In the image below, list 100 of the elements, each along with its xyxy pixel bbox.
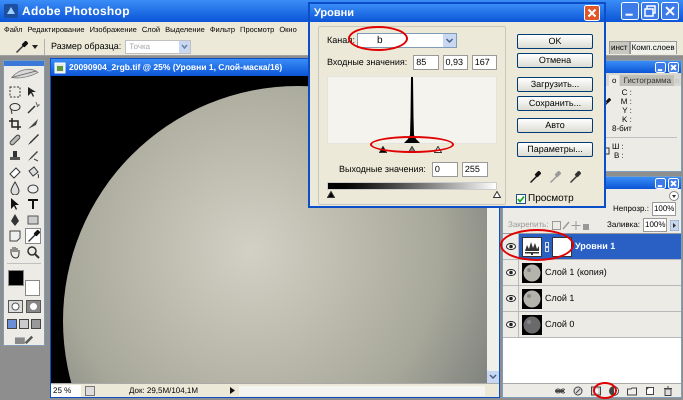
trash-icon[interactable] [663,386,673,396]
slider-handle-icon[interactable] [408,146,416,153]
layer-row[interactable]: Слой 0 [503,312,681,338]
standard-mode-icon[interactable] [8,300,22,314]
layer-row[interactable]: Слой 1 [503,286,681,312]
info-label: M : [620,97,632,106]
link-layers-icon[interactable] [555,386,565,396]
bucket-icon[interactable] [26,164,40,179]
annotation-ellipse [593,382,617,399]
screen-mode-icon[interactable] [7,319,17,330]
quick-mask-icon[interactable] [26,300,40,314]
foreground-swatch[interactable] [8,270,24,286]
output-value-field[interactable]: 255 [462,162,488,177]
eyedropper-icon[interactable] [14,40,28,54]
stamp-icon[interactable] [8,148,22,163]
brush-icon[interactable] [26,148,40,163]
crop-icon[interactable] [8,116,22,131]
layer-row[interactable]: Слой 1 (копия) [503,260,681,286]
preview-checkbox[interactable]: Просмотр [516,191,574,206]
eye-icon[interactable] [506,269,516,276]
dialog-button[interactable]: OK [517,34,593,49]
folder-icon[interactable] [627,386,637,396]
document-title: 20090904_2rgb.tif @ 25% (Уровни 1, Слой-маска/16) [69,61,282,74]
horizontal-scrollbar[interactable] [239,386,485,396]
info-label: C : [622,88,632,97]
rectangle-icon[interactable] [26,212,40,227]
panel-menu-icon[interactable] [669,191,679,201]
close-icon[interactable] [668,178,679,188]
input-value-field[interactable]: 167 [472,55,497,70]
levels-thumbnail-icon [522,236,542,256]
close-icon[interactable] [661,2,679,20]
opacity-field[interactable]: 100% [652,202,676,216]
document-icon [54,62,66,74]
layer-style-icon[interactable] [573,386,583,396]
eraser-icon[interactable] [8,164,22,179]
screen-mode-icon[interactable] [19,319,29,330]
eye-icon[interactable] [506,243,516,250]
dialog-title: Уровни [314,6,354,21]
dialog-button[interactable]: Сохранить... [517,96,593,111]
moon-thumbnail-icon [522,314,542,334]
new-layer-icon[interactable] [645,386,655,396]
panel-tab[interactable]: о [609,75,620,86]
marquee-icon[interactable] [8,84,22,99]
channel-dropdown[interactable]: b [356,33,457,48]
note-icon[interactable] [8,228,22,243]
input-value-field[interactable]: 85 [413,55,439,70]
triangle-right-icon[interactable] [230,387,236,394]
app-icon [4,4,18,18]
input-value-field[interactable]: 0,93 [442,55,468,70]
panel-tab[interactable]: Гистограмма [620,75,674,86]
minimize-icon[interactable] [655,62,666,72]
layer-name: Уровни 1 [575,240,616,253]
eye-icon[interactable] [506,295,516,302]
eyedropper-icon[interactable] [26,228,40,243]
layer-name: Слой 1 (копия) [545,266,607,279]
eyedropper-icon[interactable] [569,171,581,183]
fill-field[interactable]: 100% [643,218,667,232]
info-label: K : [622,115,632,124]
minimize-icon[interactable] [621,2,639,20]
zoom-field[interactable]: 25 % [51,384,81,396]
close-icon[interactable] [668,62,679,72]
moon-thumbnail-icon [522,288,542,308]
lasso-icon[interactable] [8,100,22,115]
hand-icon[interactable] [8,244,22,259]
layer-row[interactable]: Уровни 1 [503,234,681,260]
slider-handle-icon[interactable] [493,191,501,198]
caret-icon[interactable] [32,44,38,48]
type-tool-icon[interactable] [26,196,40,211]
panel-tab[interactable]: инст [609,41,630,54]
caret-icon[interactable] [442,34,456,47]
output-value-field[interactable]: 0 [432,162,458,177]
info-label: В : [614,151,624,160]
window-title: Adobe Photoshop [22,3,130,20]
brush-icon[interactable] [26,132,40,147]
maximize-icon[interactable] [641,2,659,20]
screen-mode-icon[interactable] [31,319,41,330]
dialog-button[interactable]: Отмена [517,53,593,68]
field-label: Непрозр.: [613,203,649,215]
close-icon[interactable] [584,5,600,21]
scroll-down-icon[interactable] [487,371,499,383]
slider-handle-icon[interactable] [379,146,388,153]
drop-icon[interactable] [8,180,22,195]
pen-icon[interactable] [8,212,22,227]
eyedropper-icon[interactable] [529,171,541,183]
minimize-icon[interactable] [655,178,666,188]
dialog-button[interactable]: Загрузить... [517,77,593,92]
info-label: Ш : [612,142,624,151]
moon-thumbnail-icon [522,262,542,282]
field-label: Входные значения: [327,56,408,69]
slider-handle-icon[interactable] [434,146,442,153]
wand-icon[interactable] [26,100,40,115]
zoom-icon[interactable] [26,244,40,259]
document-status-icon[interactable] [85,386,95,396]
eye-icon[interactable] [506,321,516,328]
dialog-button[interactable]: Авто [517,118,593,133]
caret-icon[interactable] [670,220,679,230]
jump-to-icon[interactable] [12,335,36,345]
dialog-button[interactable]: Параметры... [517,142,593,157]
panel-tab[interactable]: Комп.слоев [630,41,677,54]
background-swatch[interactable] [25,280,40,296]
